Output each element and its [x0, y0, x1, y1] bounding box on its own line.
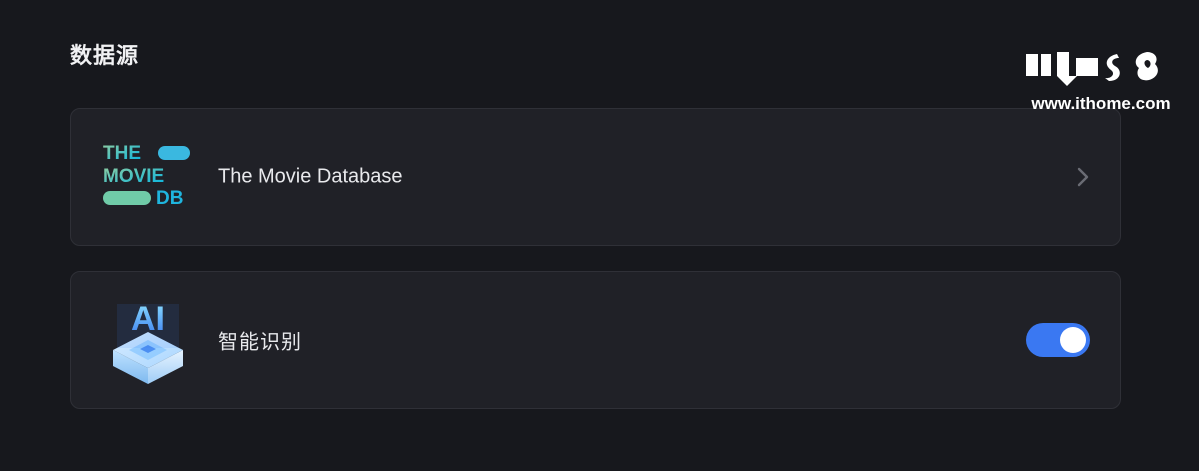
- ai-icon-text: AI: [131, 300, 165, 338]
- tmdb-logo-pill-2: [103, 191, 151, 205]
- tmdb-logo-line-2: MOVIE: [103, 166, 164, 187]
- section-title: 数据源: [70, 44, 140, 69]
- ai-chip-icon: AI: [113, 300, 183, 384]
- watermark-url: www.ithome.com: [1031, 94, 1171, 113]
- toggle-knob: [1060, 327, 1086, 353]
- source-item-tmdb[interactable]: THE MOVIE DB The Movie Database: [70, 108, 1121, 246]
- tmdb-logo-line-3: DB: [156, 188, 183, 208]
- ithome-watermark: www.ithome.com: [1021, 46, 1181, 114]
- ithome-logo: [1026, 52, 1158, 86]
- chevron-right-icon[interactable]: [1076, 166, 1090, 188]
- tmdb-logo: THE MOVIE DB: [103, 143, 190, 208]
- smart-recognition-toggle[interactable]: [1026, 323, 1090, 357]
- tmdb-logo-line-1: THE: [103, 143, 141, 164]
- source-label-smart-recognition: 智能识别: [218, 329, 302, 354]
- source-item-smart-recognition[interactable]: AI 智能识别: [70, 271, 1121, 409]
- tmdb-logo-pill-1: [158, 146, 190, 160]
- source-label-tmdb: The Movie Database: [218, 165, 403, 188]
